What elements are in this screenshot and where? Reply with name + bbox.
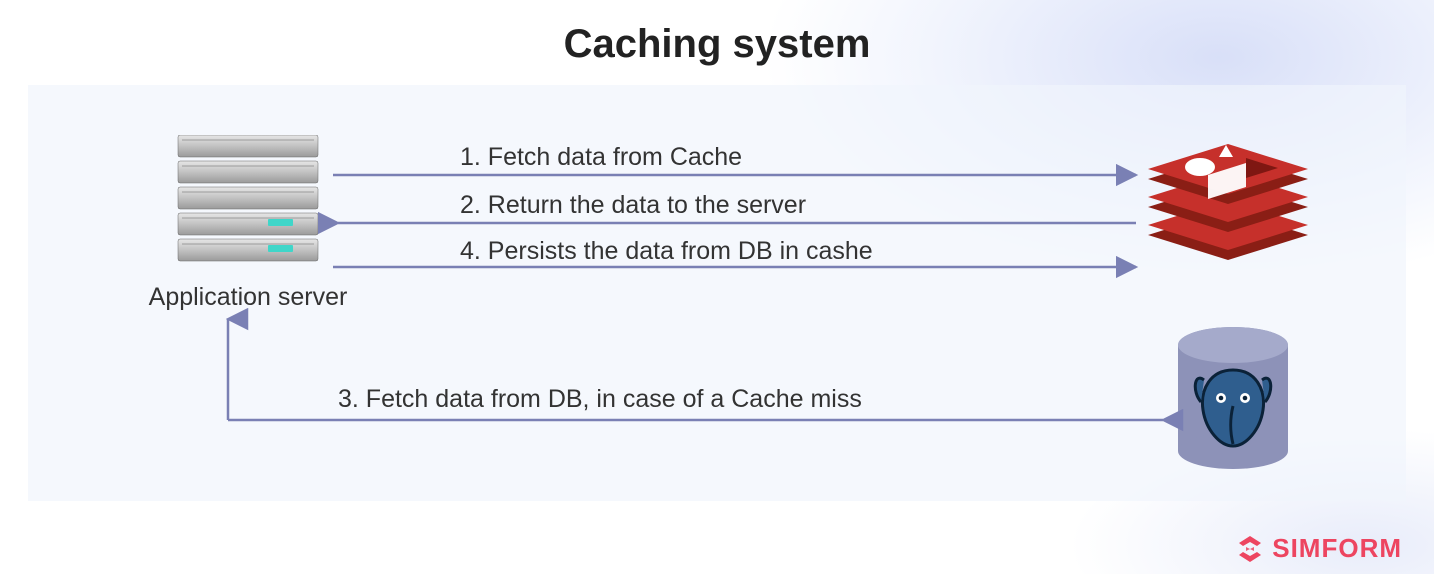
simform-logo: SIMFORM xyxy=(1235,533,1402,564)
diagram-title: Caching system xyxy=(0,22,1434,67)
arrow-3-label: 3. Fetch data from DB, in case of a Cach… xyxy=(338,385,862,414)
arrow-1-label: 1. Fetch data from Cache xyxy=(460,143,742,172)
arrow-2-label: 2. Return the data to the server xyxy=(460,191,806,220)
arrow-4-label: 4. Persists the data from DB in cashe xyxy=(460,237,873,266)
simform-logo-icon xyxy=(1235,534,1265,564)
diagram-panel: Application server xyxy=(28,85,1406,501)
simform-logo-text: SIMFORM xyxy=(1272,533,1402,564)
